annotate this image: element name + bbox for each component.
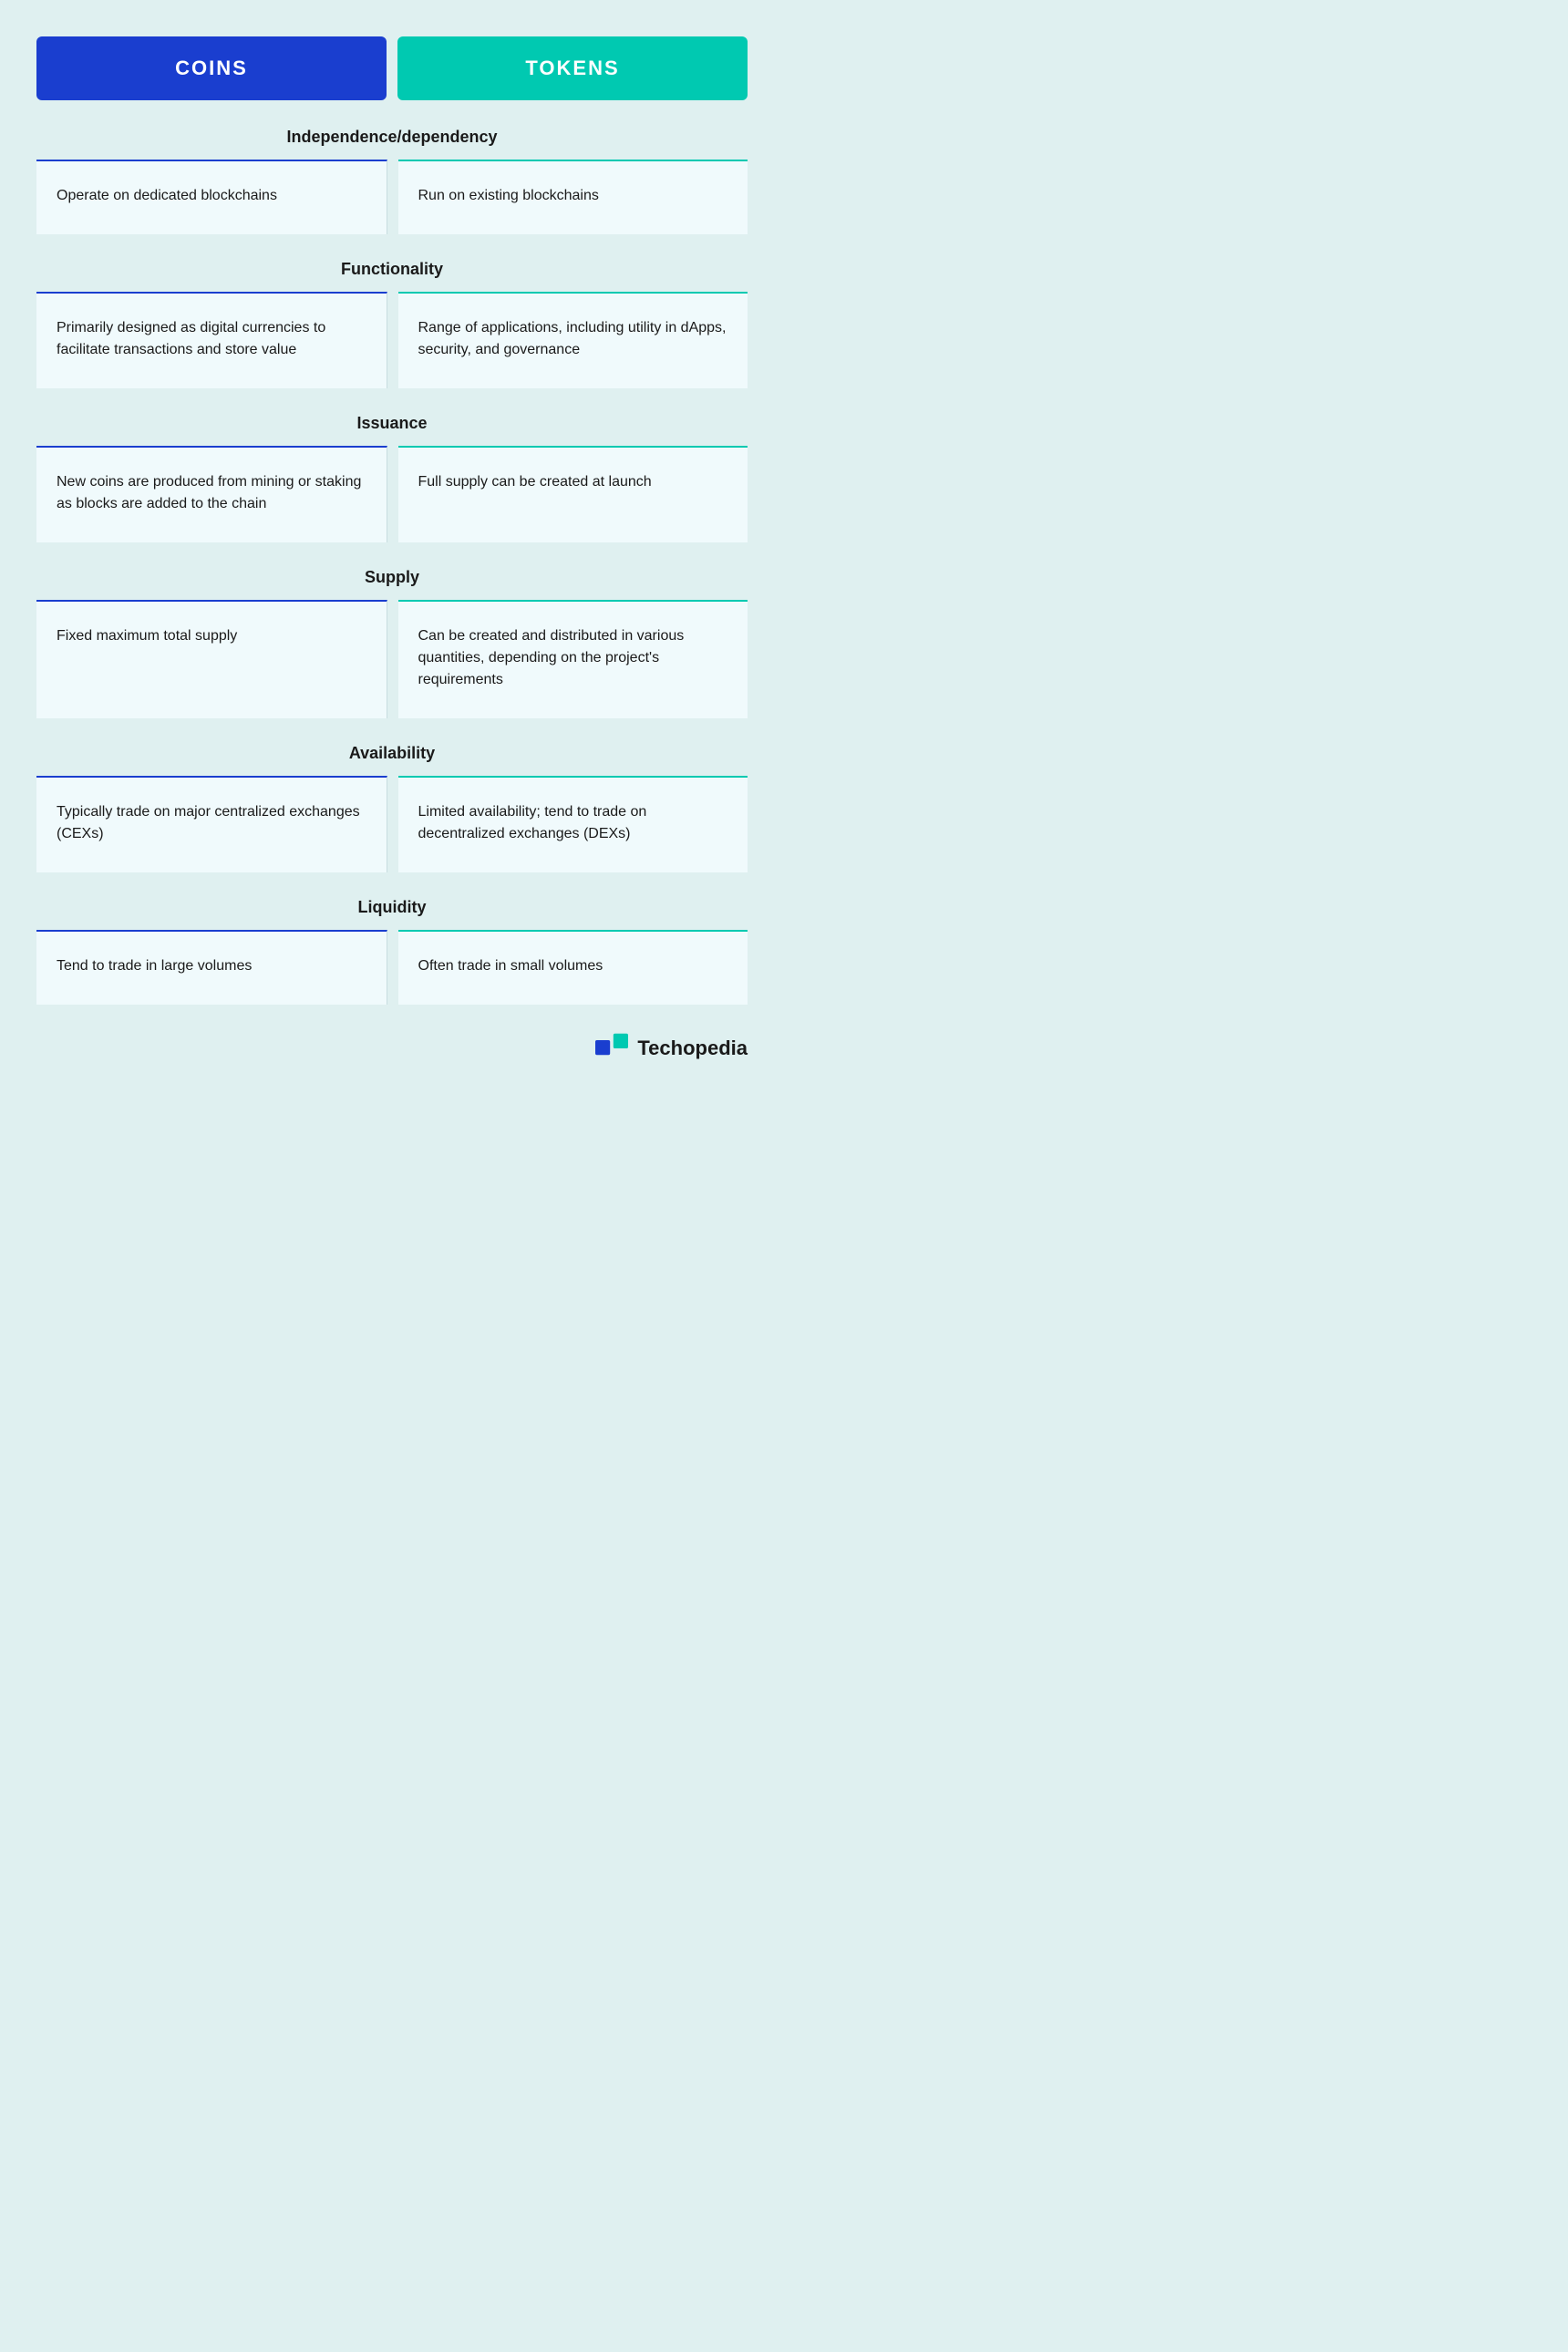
category-section-issuance: Issuance New coins are produced from mini… bbox=[36, 414, 748, 542]
category-title-supply: Supply bbox=[36, 568, 748, 591]
coins-cell-availability: Typically trade on major centralized exc… bbox=[36, 776, 387, 872]
comparison-table: COINS TOKENS Independence/dependency Oper… bbox=[36, 36, 748, 1065]
coins-cell-supply: Fixed maximum total supply bbox=[36, 600, 387, 718]
category-section-functionality: Functionality Primarily designed as digit… bbox=[36, 260, 748, 388]
header-row: COINS TOKENS bbox=[36, 36, 748, 100]
category-section-supply: Supply Fixed maximum total supplyCan be c… bbox=[36, 568, 748, 718]
data-row-supply: Fixed maximum total supplyCan be created… bbox=[36, 600, 748, 718]
category-title-functionality: Functionality bbox=[36, 260, 748, 283]
header-tokens: TOKENS bbox=[397, 36, 748, 100]
tokens-cell-availability: Limited availability; tend to trade on d… bbox=[398, 776, 748, 872]
tokens-cell-liquidity: Often trade in small volumes bbox=[398, 930, 748, 1005]
category-section-availability: Availability Typically trade on major cen… bbox=[36, 744, 748, 872]
coins-cell-issuance: New coins are produced from mining or st… bbox=[36, 446, 387, 542]
data-row-issuance: New coins are produced from mining or st… bbox=[36, 446, 748, 542]
tokens-cell-issuance: Full supply can be created at launch bbox=[398, 446, 748, 542]
tokens-cell-independence: Run on existing blockchains bbox=[398, 160, 748, 234]
category-section-liquidity: Liquidity Tend to trade in large volumesO… bbox=[36, 898, 748, 1005]
category-title-issuance: Issuance bbox=[36, 414, 748, 437]
coins-cell-liquidity: Tend to trade in large volumes bbox=[36, 930, 387, 1005]
tokens-label: TOKENS bbox=[525, 57, 619, 79]
logo-text: Techopedia bbox=[637, 1037, 748, 1060]
categories-container: Independence/dependency Operate on dedica… bbox=[36, 128, 748, 1005]
logo-row: Techopedia bbox=[36, 1032, 748, 1065]
category-title-availability: Availability bbox=[36, 744, 748, 767]
tokens-cell-functionality: Range of applications, including utility… bbox=[398, 292, 748, 388]
coins-cell-independence: Operate on dedicated blockchains bbox=[36, 160, 387, 234]
data-row-availability: Typically trade on major centralized exc… bbox=[36, 776, 748, 872]
header-coins: COINS bbox=[36, 36, 387, 100]
data-row-independence: Operate on dedicated blockchainsRun on e… bbox=[36, 160, 748, 234]
category-title-liquidity: Liquidity bbox=[36, 898, 748, 921]
data-row-liquidity: Tend to trade in large volumesOften trad… bbox=[36, 930, 748, 1005]
tokens-cell-supply: Can be created and distributed in variou… bbox=[398, 600, 748, 718]
coins-label: COINS bbox=[175, 57, 248, 79]
data-row-functionality: Primarily designed as digital currencies… bbox=[36, 292, 748, 388]
coins-cell-functionality: Primarily designed as digital currencies… bbox=[36, 292, 387, 388]
techopedia-icon bbox=[595, 1032, 628, 1065]
category-title-independence: Independence/dependency bbox=[36, 128, 748, 150]
category-section-independence: Independence/dependency Operate on dedica… bbox=[36, 128, 748, 234]
